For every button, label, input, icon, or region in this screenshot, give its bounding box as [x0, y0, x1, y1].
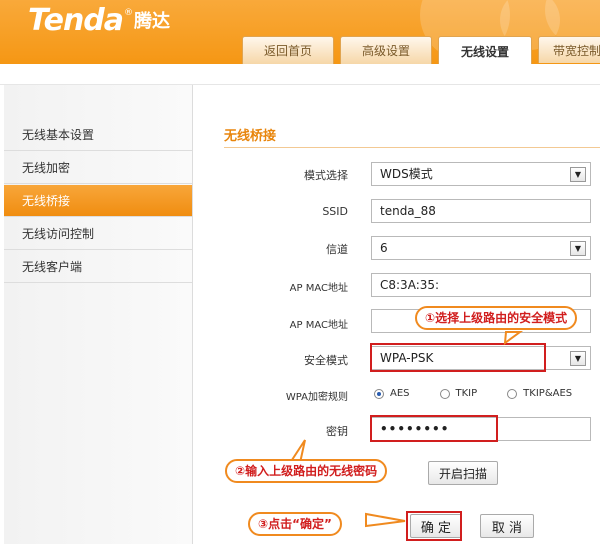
- callout-step2: ②输入上级路由的无线密码: [225, 459, 388, 483]
- top-nav-tabs: 返回首页 高级设置 无线设置 带宽控制: [242, 36, 600, 64]
- start-scan-button[interactable]: 开启扫描: [428, 461, 498, 485]
- radio-tkip[interactable]: [439, 388, 450, 399]
- security-mode-label: 安全模式: [304, 354, 348, 367]
- sidebar-item-wireless-encryption[interactable]: 无线加密: [4, 152, 192, 184]
- cancel-label: 取 消: [491, 520, 523, 536]
- sidebar-item-wireless-bridge[interactable]: 无线桥接: [4, 185, 192, 217]
- chevron-down-icon[interactable]: ▼: [570, 167, 586, 182]
- sidebar-item-access-control[interactable]: 无线访问控制: [4, 218, 192, 250]
- mode-select-value: WDS模式: [380, 167, 433, 181]
- ap-mac-label-1: AP MAC地址: [289, 283, 348, 294]
- cancel-button[interactable]: 取 消: [480, 514, 534, 538]
- radio-tkip-label: TKIP: [455, 388, 478, 399]
- tab-advanced-settings[interactable]: 高级设置: [340, 36, 432, 64]
- section-divider: [224, 147, 600, 148]
- section-title: 无线桥接: [224, 129, 277, 144]
- sidebar-item-wireless-clients[interactable]: 无线客户端: [4, 251, 192, 283]
- radio-aes[interactable]: [374, 388, 384, 399]
- brand-registered-mark: ®: [124, 8, 134, 18]
- highlight-security-mode: [370, 343, 546, 372]
- chevron-down-icon[interactable]: ▼: [570, 241, 586, 256]
- tab-home[interactable]: 返回首页: [242, 36, 334, 64]
- wpa-rule-label: WPA加密规则: [285, 392, 348, 403]
- mode-select[interactable]: WDS模式 ▼: [371, 162, 591, 186]
- callout-step1: ①选择上级路由的安全模式: [415, 306, 578, 330]
- brand-name: Tenda: [28, 2, 124, 38]
- sidebar-item-label: 无线客户端: [22, 260, 83, 274]
- ap-mac-label-2: AP MAC地址: [289, 320, 348, 331]
- highlight-confirm: [406, 511, 462, 541]
- tab-label: 带宽控制: [553, 43, 600, 58]
- ap-mac-value-1: C8:3A:35:: [380, 278, 440, 292]
- sub-header-strip: [0, 64, 600, 85]
- sidebar-item-label: 无线加密: [22, 161, 71, 175]
- sidebar-item-label: 无线桥接: [22, 194, 71, 208]
- ssid-value: tenda_88: [380, 204, 436, 218]
- channel-select[interactable]: 6 ▼: [371, 236, 591, 260]
- callout-step3: ③点击“确定”: [248, 512, 342, 536]
- wpa-rule-radio-group: AES TKIP TKIP&AES: [374, 388, 572, 399]
- tab-label: 高级设置: [361, 44, 410, 58]
- chevron-down-icon[interactable]: ▼: [570, 351, 586, 366]
- highlight-password: [370, 415, 498, 442]
- header-bar: Tenda ® 腾达 返回首页 高级设置 无线设置 带宽控制: [0, 0, 600, 64]
- password-label: 密钥: [326, 425, 348, 438]
- channel-select-value: 6: [380, 241, 388, 255]
- start-scan-label: 开启扫描: [438, 466, 487, 481]
- sidebar-item-wireless-basic[interactable]: 无线基本设置: [4, 119, 192, 151]
- radio-aes-label: AES: [390, 388, 410, 399]
- sidebar: 无线基本设置 无线加密 无线桥接 无线访问控制 无线客户端: [4, 85, 193, 544]
- sidebar-item-label: 无线基本设置: [22, 128, 95, 142]
- ssid-label: SSID: [322, 205, 348, 218]
- radio-tkip-aes[interactable]: [507, 388, 518, 399]
- channel-label: 信道: [326, 243, 348, 256]
- tab-label: 返回首页: [263, 44, 312, 58]
- radio-tkip-aes-label: TKIP&AES: [523, 388, 573, 399]
- brand-name-cn: 腾达: [134, 11, 171, 32]
- ssid-input[interactable]: tenda_88: [371, 199, 591, 223]
- mode-label: 模式选择: [304, 169, 348, 182]
- ap-mac-input-1[interactable]: C8:3A:35:: [371, 273, 591, 297]
- tenda-logo: Tenda ® 腾达: [28, 2, 170, 38]
- tab-bandwidth-control[interactable]: 带宽控制: [538, 36, 600, 63]
- tab-label: 无线设置: [460, 44, 509, 59]
- sidebar-item-label: 无线访问控制: [22, 227, 95, 241]
- tab-wireless-settings[interactable]: 无线设置: [438, 36, 532, 64]
